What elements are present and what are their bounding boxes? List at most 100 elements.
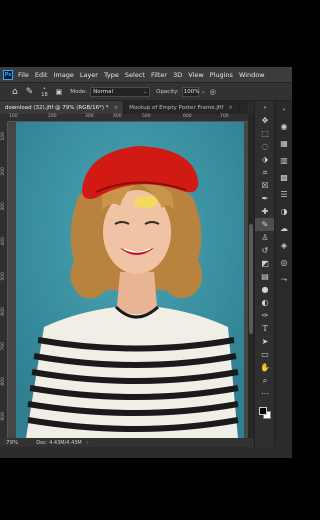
opacity-field[interactable]: 100% xyxy=(181,86,199,97)
blur-icon[interactable]: ● xyxy=(255,283,275,296)
portrait-image xyxy=(16,122,244,438)
ruler-top: 100 200 300 400 500 600 700 xyxy=(8,114,248,122)
type-icon[interactable]: T xyxy=(255,322,275,335)
pressure-opacity-icon[interactable]: ◎ xyxy=(210,88,216,96)
document-tabs: download (32).jfif @ 79% (RGB/16*) * × M… xyxy=(0,101,248,114)
pen-icon[interactable]: ✑ xyxy=(255,309,275,322)
tab-label: download (32).jfif @ 79% (RGB/16*) * xyxy=(5,104,109,111)
swatches-panel-icon[interactable]: ▦ xyxy=(275,135,292,152)
mode-value: Normal xyxy=(93,88,114,95)
ruler-tick-label: 200 xyxy=(0,167,6,176)
ruler-tick-label: 300 xyxy=(0,202,6,211)
brush-icon[interactable]: ✎ xyxy=(26,87,34,97)
gradient-icon[interactable]: ▤ xyxy=(255,270,275,283)
properties-panel-icon[interactable]: ☰ xyxy=(275,186,292,203)
status-bar: 79% Doc: 4.43M/4.43M › xyxy=(0,438,254,447)
tab-label: Mockup of Empty Poster Frame.jfif xyxy=(129,104,224,111)
brush-size-value: 18 xyxy=(41,91,48,98)
dodge-icon[interactable]: ◐ xyxy=(255,296,275,309)
opacity-label: Opacity: xyxy=(156,88,179,95)
tab-download-32[interactable]: download (32).jfif @ 79% (RGB/16*) * × xyxy=(0,101,125,114)
mode-label: Mode: xyxy=(70,88,88,95)
scrollbar-thumb[interactable] xyxy=(249,224,253,334)
ruler-tick-label: 700 xyxy=(220,114,229,119)
collapse-icon[interactable]: » xyxy=(255,101,275,114)
home-icon[interactable]: ⌂ xyxy=(12,87,18,97)
rectangle-icon[interactable]: ▭ xyxy=(255,348,275,361)
object-select-icon[interactable]: ⬗ xyxy=(255,153,275,166)
lasso-icon[interactable]: ◌ xyxy=(255,140,275,153)
stamp-icon[interactable]: ♙ xyxy=(255,231,275,244)
ruler-tick-label: 500 xyxy=(142,114,151,119)
ruler-tick-label: 100 xyxy=(0,132,6,141)
ruler-tick-label: 200 xyxy=(48,114,57,119)
menu-image[interactable]: Image xyxy=(53,71,73,79)
menu-3d[interactable]: 3D xyxy=(173,71,182,79)
more-tools-icon[interactable]: ⋯ xyxy=(255,387,275,400)
menu-layer[interactable]: Layer xyxy=(80,71,98,79)
patterns-panel-icon[interactable]: ▩ xyxy=(275,169,292,186)
options-bar: ⌂ ✎ • 18 ▣ Mode: Normal ⌄ Opacity: 100% ⌄… xyxy=(0,82,292,101)
ruler-left: 100 200 300 400 500 600 700 800 900 xyxy=(0,122,8,438)
photoshop-logo[interactable]: Ps xyxy=(3,69,13,80)
menu-select[interactable]: Select xyxy=(125,71,145,79)
marquee-icon[interactable]: ⬚ xyxy=(255,127,275,140)
brush-icon[interactable]: ✎ xyxy=(255,218,275,231)
color-panel-icon[interactable]: ◉ xyxy=(275,118,292,135)
ruler-corner xyxy=(0,114,8,122)
zoom-level[interactable]: 79% xyxy=(6,440,18,446)
menu-bar: Ps File Edit Image Layer Type Select Fil… xyxy=(0,67,292,82)
libraries-panel-icon[interactable]: ☁ xyxy=(275,220,292,237)
panel-icons-strip: « ◉ ▦ ▥ ▩ ☰ ◑ ☁ ◈ ◎ ⤳ xyxy=(274,101,292,447)
path-select-icon[interactable]: ➤ xyxy=(255,335,275,348)
close-icon[interactable]: × xyxy=(228,105,233,111)
video-frame: Ps File Edit Image Layer Type Select Fil… xyxy=(0,0,292,520)
hand-icon[interactable]: ✋ xyxy=(255,361,275,374)
chevron-down-icon: ⌄ xyxy=(142,88,148,95)
menu-plugins[interactable]: Plugins xyxy=(210,71,233,79)
ruler-tick-label: 300 xyxy=(85,114,94,119)
canvas-area[interactable] xyxy=(8,122,248,438)
photoshop-window: Ps File Edit Image Layer Type Select Fil… xyxy=(0,67,292,458)
chevron-right-icon[interactable]: › xyxy=(87,440,89,446)
menu-filter[interactable]: Filter xyxy=(151,71,167,79)
zoom-icon[interactable]: ⌕ xyxy=(255,374,275,387)
ruler-tick-label: 800 xyxy=(0,377,6,386)
frame-icon[interactable]: ☒ xyxy=(255,179,275,192)
ruler-tick-label: 500 xyxy=(0,272,6,281)
ruler-tick-label: 600 xyxy=(183,114,192,119)
mode-select[interactable]: Normal ⌄ xyxy=(90,86,151,97)
brush-settings-icon[interactable]: ▣ xyxy=(56,88,63,96)
adjustments-panel-icon[interactable]: ◑ xyxy=(275,203,292,220)
opacity-chevron-icon[interactable]: ⌄ xyxy=(201,88,206,95)
document-image[interactable] xyxy=(16,122,244,438)
menu-window[interactable]: Window xyxy=(239,71,265,79)
ruler-tick-label: 400 xyxy=(0,237,6,246)
tools-panel: » ✥ ⬚ ◌ ⬗ ⌗ ☒ ✒ ✚ ✎ ♙ ↺ ◩ ▤ ● ◐ ✑ T ➤ ▭ … xyxy=(254,101,275,447)
brush-size-picker[interactable]: • 18 xyxy=(41,86,47,98)
menu-file[interactable]: File xyxy=(18,71,29,79)
tab-mockup-poster[interactable]: Mockup of Empty Poster Frame.jfif × xyxy=(124,101,239,114)
ruler-tick-label: 100 xyxy=(9,114,18,119)
move-icon[interactable]: ✥ xyxy=(255,114,275,127)
ruler-tick-label: 600 xyxy=(0,307,6,316)
gradients-panel-icon[interactable]: ▥ xyxy=(275,152,292,169)
menu-type[interactable]: Type xyxy=(104,71,119,79)
menu-edit[interactable]: Edit xyxy=(35,71,48,79)
close-icon[interactable]: × xyxy=(114,105,119,111)
channels-panel-icon[interactable]: ◎ xyxy=(275,254,292,271)
foreground-color-swatch[interactable] xyxy=(259,407,267,415)
doc-size: Doc: 4.43M/4.43M xyxy=(36,439,82,446)
eraser-icon[interactable]: ◩ xyxy=(255,257,275,270)
ruler-tick-label: 400 xyxy=(113,114,122,119)
layers-panel-icon[interactable]: ◈ xyxy=(275,237,292,254)
ruler-tick-label: 700 xyxy=(0,342,6,351)
eyedropper-icon[interactable]: ✒ xyxy=(255,192,275,205)
healing-icon[interactable]: ✚ xyxy=(255,205,275,218)
crop-icon[interactable]: ⌗ xyxy=(255,166,275,179)
collapse-panels-icon[interactable]: « xyxy=(275,101,292,118)
history-brush-icon[interactable]: ↺ xyxy=(255,244,275,257)
menu-view[interactable]: View xyxy=(188,71,203,79)
ruler-tick-label: 900 xyxy=(0,412,6,421)
paths-panel-icon[interactable]: ⤳ xyxy=(275,271,292,288)
